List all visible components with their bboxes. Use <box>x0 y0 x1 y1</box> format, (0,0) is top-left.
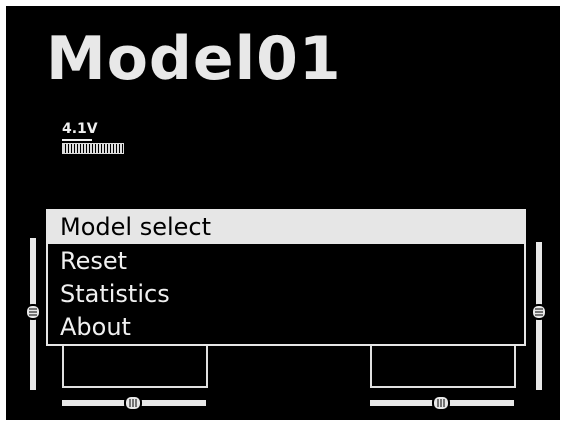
menu-item-statistics[interactable]: Statistics <box>48 278 524 311</box>
battery-voltage-label: 4.1V <box>62 121 98 137</box>
menu-item-about[interactable]: About <box>48 311 524 344</box>
main-menu: Model select Reset Statistics About <box>46 209 526 346</box>
trim-knob-icon <box>432 395 450 411</box>
menu-item-model-select[interactable]: Model select <box>48 211 524 244</box>
battery-indicator: 4.1V <box>58 120 128 160</box>
trim-knob-icon <box>531 304 547 320</box>
trim-knob-icon <box>124 395 142 411</box>
battery-label-underline <box>62 139 92 141</box>
trim-knob-icon <box>25 304 41 320</box>
transmitter-screen: Model01 4.1V Model select Reset Statisti… <box>6 6 560 420</box>
model-name-title: Model01 <box>46 24 342 94</box>
battery-level-bar <box>62 143 124 154</box>
menu-item-reset[interactable]: Reset <box>48 245 524 278</box>
